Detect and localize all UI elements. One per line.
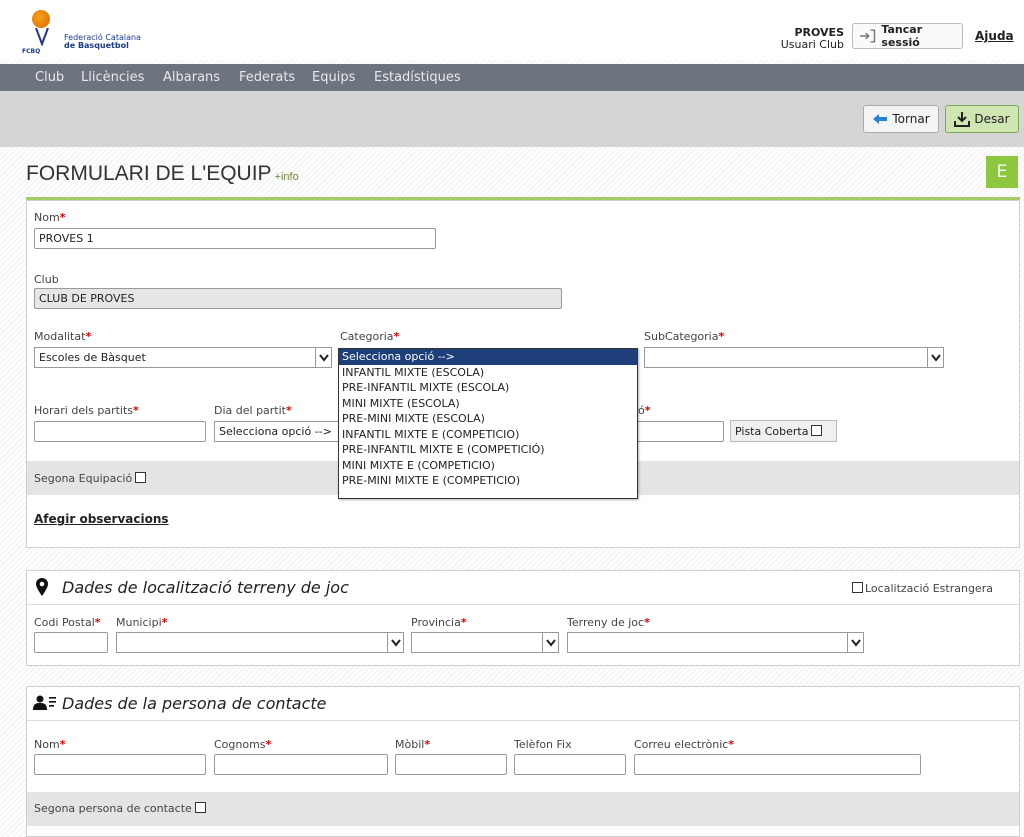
download-icon xyxy=(954,112,971,127)
segona-persona-checkbox[interactable] xyxy=(194,802,206,813)
logout-icon xyxy=(859,29,876,43)
terreny-label: Terreny de joc* xyxy=(567,616,650,629)
contacte-nom-input[interactable] xyxy=(34,754,206,775)
menu-item-federats[interactable]: Federats xyxy=(239,70,295,85)
chevron-down-icon xyxy=(315,348,331,367)
modalitat-select[interactable]: Escoles de Bàsquet xyxy=(34,347,332,368)
provincia-select[interactable] xyxy=(411,632,559,653)
cognoms-label: Cognoms* xyxy=(214,738,272,751)
categoria-option[interactable]: PRE-INFANTIL MIXTE E (COMPETICIÓ) xyxy=(339,442,637,458)
pista-coberta-checkbox[interactable] xyxy=(811,425,823,436)
mobil-input[interactable] xyxy=(395,754,507,775)
categoria-option[interactable]: INFANTIL MIXTE (ESCOLA) xyxy=(339,365,637,381)
categoria-option[interactable]: PRE-MINI MIXTE (ESCOLA) xyxy=(339,411,637,427)
logo-text-line2: de Basquetbol xyxy=(64,41,129,50)
segona-equipacio: Segona Equipació xyxy=(34,472,147,485)
chevron-down-icon xyxy=(542,633,558,652)
categoria-label: Categoria* xyxy=(340,330,400,343)
chevron-down-icon xyxy=(927,348,943,367)
provincia-label: Provincia* xyxy=(411,616,467,629)
dia-value: Selecciona opció --> xyxy=(219,425,332,438)
categoria-option[interactable]: MINI MIXTE E (COMPETICIO) xyxy=(339,458,637,474)
club-input: CLUB DE PROVES xyxy=(34,288,562,309)
logo-figure-icon xyxy=(35,28,49,46)
segona-equipacio-checkbox[interactable] xyxy=(135,472,147,483)
correu-label: Correu electrònic* xyxy=(634,738,735,751)
dia-label: Dia del partit* xyxy=(214,404,292,417)
chevron-down-icon xyxy=(387,633,403,652)
municipi-label: Municipi* xyxy=(116,616,168,629)
telefon-label: Telèfon Fix xyxy=(514,738,572,751)
arrow-left-icon xyxy=(873,114,888,124)
main-menu: Club Llicències Albarans Federats Equips… xyxy=(0,64,1024,91)
menu-item-equips[interactable]: Equips xyxy=(312,70,355,85)
user-list-icon xyxy=(33,695,56,710)
nom-input[interactable]: PROVES 1 xyxy=(34,228,436,249)
municipi-select[interactable] xyxy=(116,632,404,653)
logout-button[interactable]: Tancar sessió xyxy=(852,23,963,49)
back-label: Tornar xyxy=(892,112,930,126)
dia-select[interactable]: Selecciona opció --> xyxy=(214,421,344,442)
localitzacio-title: Dades de localització terreny de joc xyxy=(62,578,349,597)
contacte-title: Dades de la persona de contacte xyxy=(62,694,327,713)
save-label: Desar xyxy=(974,112,1010,126)
modalitat-value: Escoles de Bàsquet xyxy=(39,351,146,364)
logo-abbreviation: FCBQ xyxy=(22,48,41,55)
contacte-nom-label: Nom* xyxy=(34,738,66,751)
subcategoria-label: SubCategoria* xyxy=(644,330,725,343)
menu-item-club[interactable]: Club xyxy=(35,70,64,85)
categoria-option[interactable]: MINI MIXTE (ESCOLA) xyxy=(339,396,637,412)
menu-item-albarans[interactable]: Albarans xyxy=(163,70,220,85)
categoria-option[interactable]: INFANTIL MIXTE E (COMPETICIO) xyxy=(339,427,637,443)
terreny-select[interactable] xyxy=(567,632,864,653)
correu-input[interactable] xyxy=(634,754,921,775)
estrangera-checkbox[interactable] xyxy=(852,582,863,593)
equipacio-input[interactable] xyxy=(636,421,724,442)
back-button[interactable]: Tornar xyxy=(863,105,939,133)
nom-label: Nom* xyxy=(34,211,66,224)
mobil-label: Mòbil* xyxy=(395,738,431,751)
page-title: FORMULARI DE L'EQUIP +info xyxy=(26,162,299,186)
user-role: Usuari Club xyxy=(780,38,844,51)
categoria-option[interactable]: PRE-MINI MIXTE E (COMPETICIO) xyxy=(339,473,637,489)
menu-item-llicencies[interactable]: Llicències xyxy=(81,70,144,85)
menu-item-estadistiques[interactable]: Estadístiques xyxy=(374,70,461,85)
codi-postal-input[interactable] xyxy=(34,632,108,653)
save-button[interactable]: Desar xyxy=(945,105,1019,133)
equipacio-label: ó* xyxy=(638,404,651,417)
info-link[interactable]: +info xyxy=(275,171,299,183)
cognoms-input[interactable] xyxy=(214,754,388,775)
pista-coberta-label: Pista Coberta xyxy=(735,425,809,438)
status-badge: E xyxy=(986,156,1018,188)
chevron-down-icon xyxy=(847,633,863,652)
pista-coberta-toggle[interactable]: Pista Coberta xyxy=(730,420,837,442)
basketball-logo-icon xyxy=(32,10,50,28)
afegir-observacions-link[interactable]: Afegir observacions xyxy=(34,512,169,526)
map-marker-icon xyxy=(36,578,48,596)
codi-postal-label: Codi Postal* xyxy=(34,616,101,629)
modalitat-label: Modalitat* xyxy=(34,330,92,343)
telefon-input[interactable] xyxy=(514,754,626,775)
categoria-option[interactable]: Selecciona opció --> xyxy=(339,349,637,365)
subcategoria-select[interactable] xyxy=(644,347,944,368)
localitzacio-estrangera: Localització Estrangera xyxy=(852,582,993,595)
categoria-option[interactable]: PRE-INFANTIL MIXTE (ESCOLA) xyxy=(339,380,637,396)
horari-label: Horari dels partits* xyxy=(34,404,139,417)
page-title-text: FORMULARI DE L'EQUIP xyxy=(26,162,272,185)
help-link[interactable]: Ajuda xyxy=(975,29,1014,43)
categoria-dropdown-list[interactable]: Selecciona opció --> INFANTIL MIXTE (ESC… xyxy=(338,348,638,499)
club-label: Club xyxy=(34,273,59,286)
segona-persona: Segona persona de contacte xyxy=(34,802,206,815)
logout-label: Tancar sessió xyxy=(881,23,923,49)
horari-input[interactable] xyxy=(34,421,206,442)
